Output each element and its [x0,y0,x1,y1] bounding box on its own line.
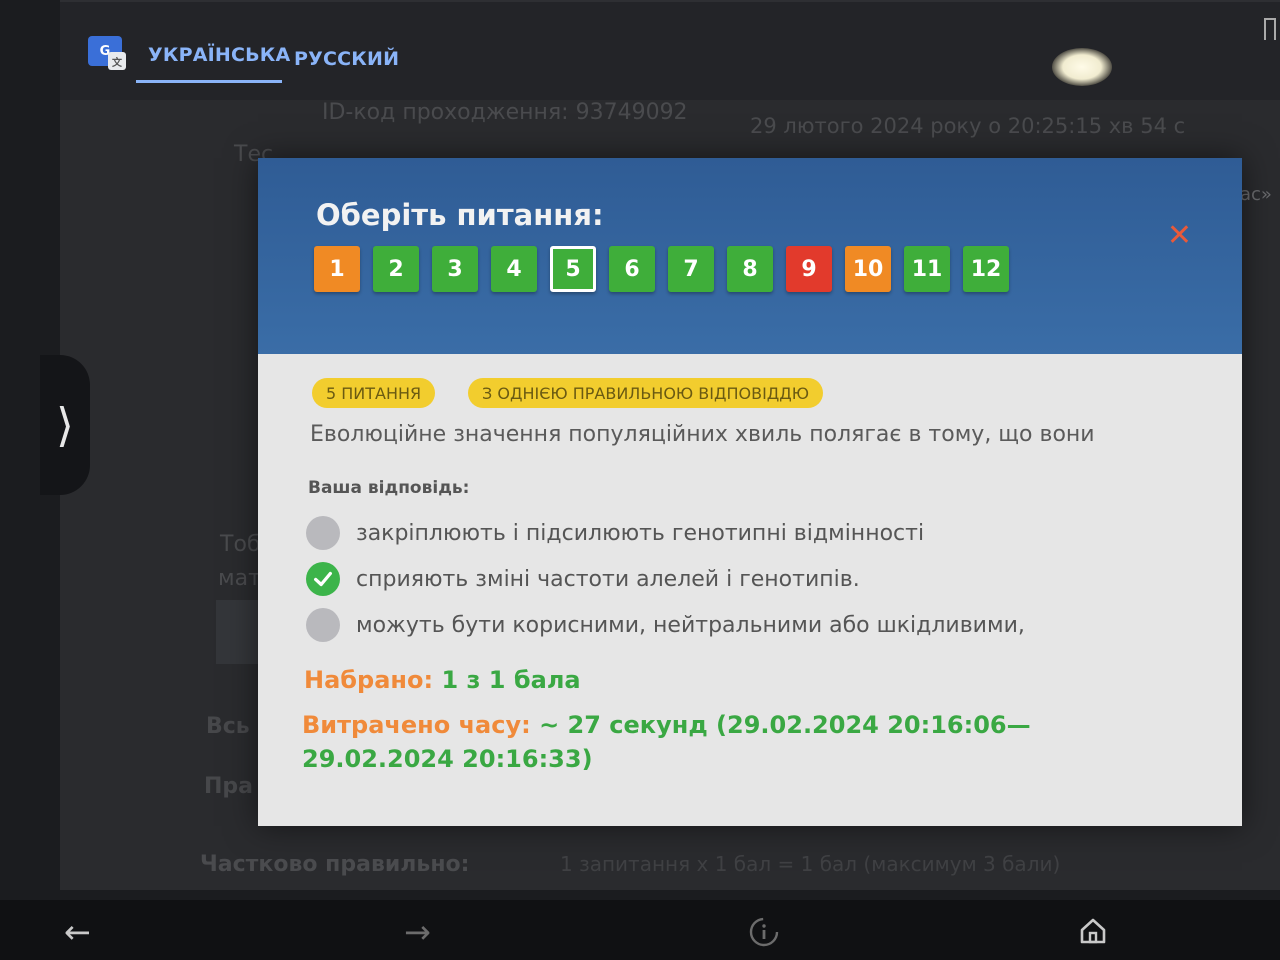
left-fragment-3: Всь [206,714,250,739]
question-button[interactable]: 3 [432,246,478,292]
radio-unselected-icon [306,608,340,642]
partially-correct-value: 1 запитання х 1 бал = 1 бал (максимум 3 … [560,852,1061,876]
question-button[interactable]: 7 [668,246,714,292]
question-button[interactable]: 9 [786,246,832,292]
question-text: Еволюційне значення популяційних хвиль п… [310,422,1095,447]
time-spent-line: Витрачено часу: ~ 27 секунд (29.02.2024 … [302,708,1162,776]
modal-header: Оберіть питання: ✕ 1 2 3 4 5 6 7 8 9 10 11 12 [258,158,1242,354]
question-number-badge: 5 ПИТАННЯ [312,378,436,408]
close-icon[interactable]: ✕ [1167,218,1192,253]
answer-option-text: можуть бути корисними, нейтральними або … [356,612,1025,638]
score-label: Набрано: [304,666,434,694]
bookmark-icon[interactable] [1264,18,1276,40]
left-fragment-4: Пра [204,774,254,799]
active-tab-indicator [136,80,282,83]
question-button[interactable]: 6 [609,246,655,292]
modal-title: Оберіть питання: [316,198,604,232]
question-button[interactable]: 2 [373,246,419,292]
left-fragment-1: Тоб [220,532,261,557]
answer-option: закріплюють і підсилюють генотипні відмі… [306,516,924,550]
question-button[interactable]: 4 [491,246,537,292]
answer-option-text: закріплюють і підсилюють генотипні відмі… [356,520,925,546]
light-glare [1052,48,1112,86]
time-label: Витрачено часу: [302,711,531,739]
passage-date: 29 лютого 2024 року о 20:25:15 хв 54 с [750,114,1186,138]
answer-option-text: сприяють зміні частоти алелей і генотипі… [356,566,860,592]
checkmark-icon [306,562,340,596]
radio-unselected-icon [306,516,340,550]
right-fragment: ас» [1240,184,1272,205]
score-value: 1 з 1 бала [441,666,581,694]
home-icon[interactable] [1078,916,1108,951]
partially-correct-label: Частково правильно: [200,852,470,877]
question-button[interactable]: 1 [314,246,360,292]
forward-arrow-icon[interactable]: → [404,916,431,948]
left-fragment-2: мат [218,566,261,591]
passage-id: ID-код проходження: 93749092 [322,100,688,125]
tab-russian[interactable]: РУССКИЙ [294,48,399,70]
question-navigator: 1 2 3 4 5 6 7 8 9 10 11 12 [314,246,1009,292]
modal-body: 5 ПИТАННЯ З ОДНІЄЮ ПРАВИЛЬНОЮ ВІДПОВІДДЮ… [258,354,1242,826]
answer-option: сприяють зміні частоти алелей і генотипі… [306,562,860,596]
info-sparkle-icon[interactable] [748,916,780,953]
tab-ukrainian[interactable]: УКРАЇНСЬКА [148,44,290,66]
answer-option: можуть бути корисними, нейтральними або … [306,608,1025,642]
your-answer-label: Ваша відповідь: [308,478,470,498]
question-type-badge: З ОДНІЄЮ ПРАВИЛЬНОЮ ВІДПОВІДДЮ [468,378,824,408]
question-button[interactable]: 10 [845,246,891,292]
question-button[interactable]: 12 [963,246,1009,292]
translate-glyph-icon: 文 [108,52,126,70]
question-button[interactable]: 11 [904,246,950,292]
question-button[interactable]: 8 [727,246,773,292]
back-arrow-icon[interactable]: ← [64,916,91,948]
score-line: Набрано: 1 з 1 бала [304,666,581,694]
google-translate-icon[interactable]: G 文 [88,36,126,70]
question-select-modal: Оберіть питання: ✕ 1 2 3 4 5 6 7 8 9 10 11 12 5 ПИТ… [258,158,1242,826]
chevron-right-icon[interactable]: ⟩ [40,355,90,495]
question-button[interactable]: 5 [550,246,596,292]
